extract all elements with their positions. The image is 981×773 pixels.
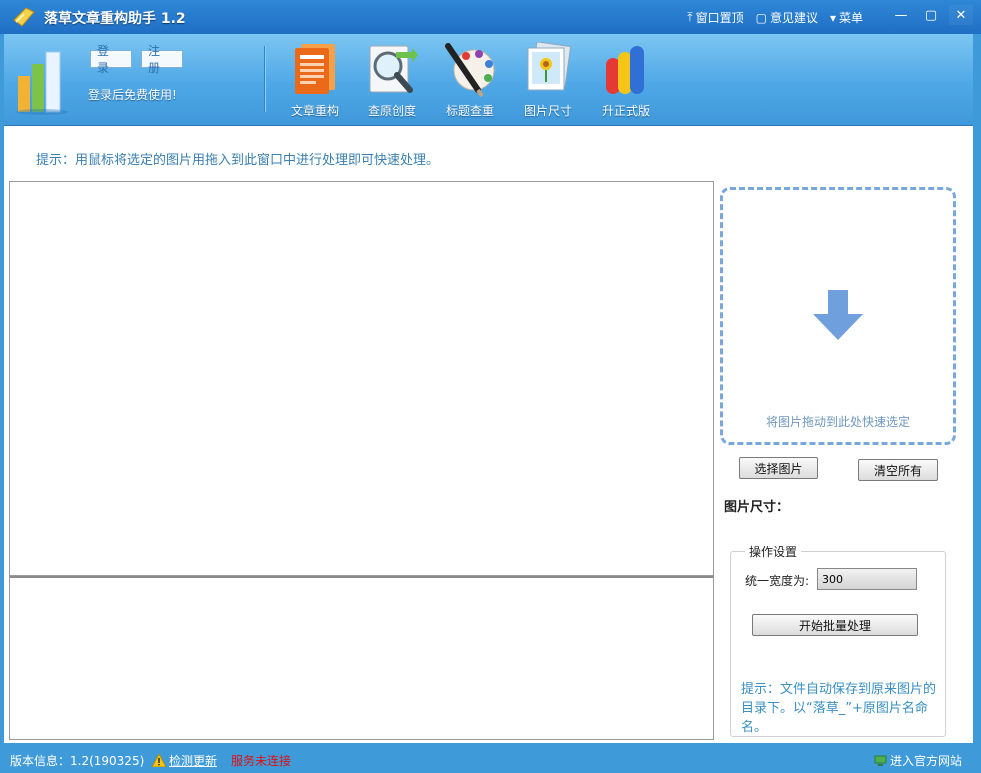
feedback-link[interactable]: ▢ 意见建议 bbox=[756, 9, 818, 26]
width-input[interactable] bbox=[817, 568, 917, 590]
tool-label: 文章重构 bbox=[290, 104, 339, 118]
official-site-link[interactable]: 进入官方网站 bbox=[890, 752, 962, 769]
version-info: 版本信息：1.2(190325) bbox=[10, 754, 145, 768]
speech-bubble-icon: ▢ bbox=[755, 10, 767, 25]
image-list-panel[interactable] bbox=[9, 181, 714, 576]
login-note: 登录后免费使用! bbox=[88, 88, 177, 102]
minimize-icon: — bbox=[894, 7, 908, 23]
tool-title-duplicate-check[interactable]: 标题查重 bbox=[435, 42, 505, 120]
status-bar: 版本信息：1.2(190325) 检测更新 服务未连接 进入官方网站 bbox=[0, 746, 981, 773]
tool-article-rebuild[interactable]: 文章重构 bbox=[280, 42, 350, 120]
window-controls: — ▢ ✕ bbox=[889, 5, 973, 25]
tool-check-originality[interactable]: 查原创度 bbox=[357, 42, 427, 120]
article-icon bbox=[295, 44, 335, 94]
select-image-button[interactable]: 选择图片 bbox=[739, 457, 818, 479]
official-site-group[interactable]: 进入官方网站 bbox=[874, 752, 962, 769]
settings-group-title: 操作设置 bbox=[745, 543, 802, 560]
magnifier-icon bbox=[369, 45, 418, 93]
tool-label: 标题查重 bbox=[445, 104, 494, 118]
save-tip: 提示：文件自动保存到原来图片的目录下。以“落草_”+原图片名命名。 bbox=[741, 682, 937, 735]
width-label: 统一宽度为: bbox=[745, 574, 810, 588]
main-toolbar: 登录 注册 登录后免费使用! 文章重构 查原创度 标题查重 图片尺寸 升正式版 bbox=[4, 34, 973, 126]
maximize-icon: ▢ bbox=[924, 7, 938, 23]
top-links: ⤒ 窗口置顶 ▢ 意见建议 ▾ 菜单 bbox=[687, 9, 863, 26]
pin-window-label: 窗口置顶 bbox=[695, 11, 744, 25]
clear-all-button[interactable]: 清空所有 bbox=[858, 459, 938, 481]
tool-label: 升正式版 bbox=[601, 104, 650, 118]
menu-link[interactable]: ▾ 菜单 bbox=[830, 9, 863, 26]
service-status: 服务未连接 bbox=[231, 754, 292, 768]
upgrade-bars-icon bbox=[606, 46, 644, 94]
log-panel[interactable] bbox=[9, 576, 714, 740]
bar-chart-logo-icon bbox=[16, 51, 68, 115]
arrow-down-icon bbox=[813, 290, 863, 340]
check-update-link[interactable]: 检测更新 bbox=[169, 752, 217, 769]
tool-label: 图片尺寸 bbox=[523, 104, 572, 118]
close-icon: ✕ bbox=[955, 7, 967, 23]
warning-icon bbox=[152, 754, 166, 767]
minimize-button[interactable]: — bbox=[889, 5, 913, 25]
pin-top-icon: ⤒ bbox=[687, 10, 693, 24]
toolbar-divider bbox=[264, 46, 265, 112]
pin-window-link[interactable]: ⤒ 窗口置顶 bbox=[687, 9, 743, 26]
tool-image-size[interactable]: 图片尺寸 bbox=[513, 42, 583, 120]
monitor-icon bbox=[874, 755, 887, 766]
check-update-group: 检测更新 bbox=[152, 752, 217, 769]
start-batch-button[interactable]: 开始批量处理 bbox=[752, 614, 918, 636]
tool-upgrade[interactable]: 升正式版 bbox=[591, 42, 661, 120]
title-bar: 落草文章重构助手 1.2 ⤒ 窗口置顶 ▢ 意见建议 ▾ 菜单 — ▢ ✕ bbox=[0, 0, 981, 34]
image-drop-zone[interactable]: 将图片拖动到此处快速选定 bbox=[720, 187, 956, 445]
menu-label: 菜单 bbox=[838, 11, 863, 25]
settings-group: 操作设置 统一宽度为: 开始批量处理 提示：文件自动保存到原来图片的目录下。以“… bbox=[730, 543, 946, 737]
close-button[interactable]: ✕ bbox=[949, 5, 973, 25]
login-button[interactable]: 登录 bbox=[90, 44, 132, 75]
register-button[interactable]: 注册 bbox=[141, 44, 183, 75]
usage-hint: 提示：用鼠标将选定的图片用拖入到此窗口中进行处理即可快速处理。 bbox=[36, 153, 440, 168]
maximize-button[interactable]: ▢ bbox=[919, 5, 943, 25]
picture-icon bbox=[527, 42, 572, 91]
main-content: 提示：用鼠标将选定的图片用拖入到此窗口中进行处理即可快速处理。 将图片拖动到此处… bbox=[4, 126, 973, 743]
app-title: 落草文章重构助手 1.2 bbox=[44, 11, 186, 27]
drop-zone-text: 将图片拖动到此处快速选定 bbox=[765, 415, 910, 429]
app-logo-icon bbox=[13, 7, 35, 27]
tool-label: 查原创度 bbox=[367, 104, 416, 118]
image-size-label: 图片尺寸： bbox=[724, 500, 790, 515]
feedback-label: 意见建议 bbox=[769, 11, 818, 25]
pen-palette-icon bbox=[445, 43, 495, 98]
menu-dropdown-icon: ▾ bbox=[829, 10, 836, 25]
